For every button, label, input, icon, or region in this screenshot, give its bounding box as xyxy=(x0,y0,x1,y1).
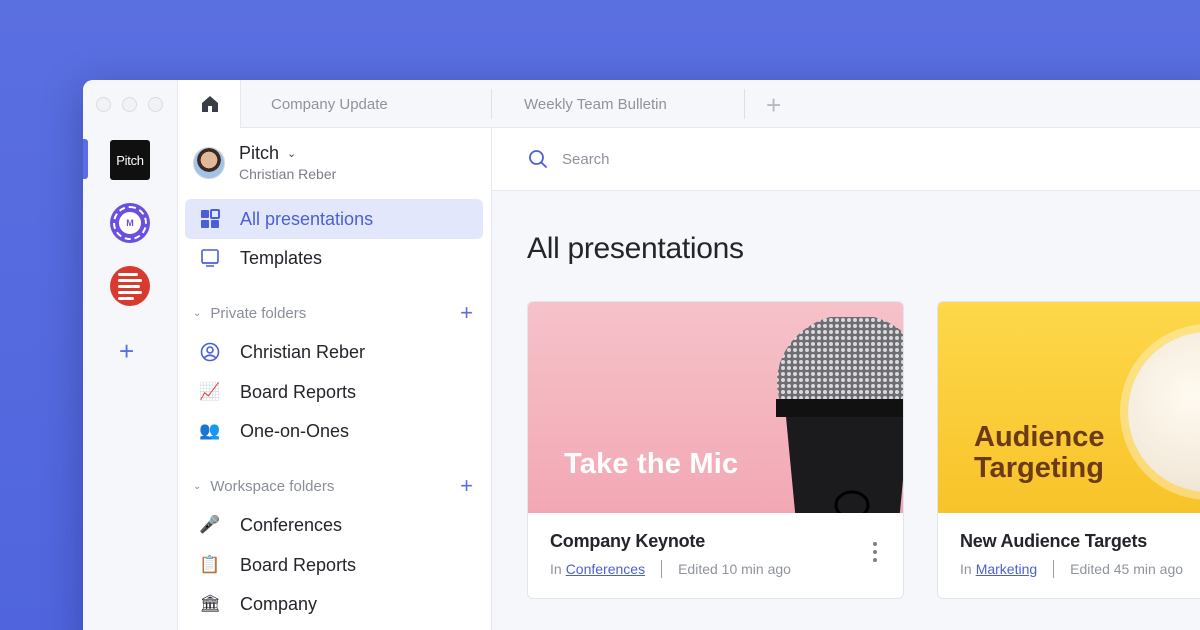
microphone-illustration xyxy=(776,317,903,513)
main-content: Company Update Weekly Team Bulletin + Se… xyxy=(271,80,1200,630)
presentation-card[interactable]: Take the Mic Company Keynote In Conferen… xyxy=(527,301,904,599)
thumbnail-title-line: Audience xyxy=(974,421,1105,453)
search-bar[interactable]: Search xyxy=(492,128,1200,191)
tab-company-update[interactable]: Company Update xyxy=(271,80,388,128)
sidebar: Pitch ⌄ Christian Reber All presentation… xyxy=(179,80,492,630)
thumbnail-title: Audience Targeting xyxy=(974,422,1105,484)
folder-item-board-reports[interactable]: 📈 Board Reports xyxy=(185,372,483,412)
nav-all-presentations[interactable]: All presentations xyxy=(185,199,483,239)
badge-logo-icon: M xyxy=(113,206,147,240)
presentation-thumbnail[interactable]: Audience Targeting xyxy=(938,302,1200,513)
grid-icon xyxy=(199,208,221,230)
tab-divider xyxy=(491,89,492,119)
plate-illustration xyxy=(1128,332,1200,492)
folder-label: Christian Reber xyxy=(240,341,366,362)
presentation-card[interactable]: Audience Targeting New Audience Targets … xyxy=(937,301,1200,599)
nav-label: Templates xyxy=(240,247,323,268)
folder-item-conferences[interactable]: 🎤 Conferences xyxy=(185,505,483,545)
nav-templates[interactable]: Templates xyxy=(185,238,483,278)
folder-label: Conferences xyxy=(240,514,343,535)
clipboard-icon: 📋 xyxy=(199,555,221,574)
nav-label: All presentations xyxy=(240,208,374,229)
section-title: Private folders xyxy=(210,304,307,322)
workspace-folders-header[interactable]: ⌄ Workspace folders + xyxy=(193,475,473,497)
private-folders-header[interactable]: ⌄ Private folders + xyxy=(193,302,473,324)
folder-label: Board Reports xyxy=(240,554,357,575)
search-icon xyxy=(529,150,547,168)
add-workspace-button[interactable]: + xyxy=(119,338,134,364)
presentation-title: New Audience Targets xyxy=(960,531,1148,551)
plus-icon: + xyxy=(119,336,135,366)
folder-label: Board Reports xyxy=(240,381,357,402)
people-icon: 👥 xyxy=(199,421,221,440)
meta-divider xyxy=(661,560,663,578)
lines-logo-icon xyxy=(118,272,142,300)
add-workspace-folder-button[interactable]: + xyxy=(460,475,473,497)
folder-item-christian-reber[interactable]: Christian Reber xyxy=(185,332,483,372)
meta-divider xyxy=(1053,560,1055,578)
new-tab-button[interactable]: + xyxy=(766,90,781,121)
bank-icon: 🏛 xyxy=(199,594,221,613)
user-circle-icon xyxy=(199,341,221,363)
avatar xyxy=(193,146,225,179)
workspace-badge[interactable]: M xyxy=(110,203,150,243)
in-label: In xyxy=(550,561,562,577)
add-private-folder-button[interactable]: + xyxy=(460,302,473,324)
folder-item-board-reports-workspace[interactable]: 📋 Board Reports xyxy=(185,545,483,585)
thumbnail-title: Take the Mic xyxy=(564,448,739,480)
workspace-rail: Pitch M + xyxy=(83,80,178,630)
chevron-down-icon: ⌄ xyxy=(193,307,202,319)
tab-weekly-team-bulletin[interactable]: Weekly Team Bulletin xyxy=(524,80,667,128)
folder-label: One-on-Ones xyxy=(240,420,350,441)
pitch-logo-icon: Pitch xyxy=(116,152,144,168)
close-window-button[interactable] xyxy=(96,97,111,112)
tab-label: Weekly Team Bulletin xyxy=(524,95,667,113)
home-tab[interactable] xyxy=(179,80,241,128)
app-window: Pitch M + Pitch ⌄ Christian Reber All pr… xyxy=(83,80,1200,630)
microphone-icon: 🎤 xyxy=(199,515,221,534)
folder-item-company[interactable]: 🏛 Company xyxy=(185,584,483,624)
folder-link[interactable]: Conferences xyxy=(566,561,645,577)
edited-time: Edited 45 min ago xyxy=(1070,561,1184,577)
home-icon xyxy=(201,96,218,112)
account-switcher[interactable]: Pitch ⌄ Christian Reber xyxy=(193,143,336,182)
template-icon xyxy=(199,247,221,269)
window-controls xyxy=(96,97,163,112)
presentation-title: Company Keynote xyxy=(550,531,706,551)
plus-icon: + xyxy=(766,90,782,120)
search-input[interactable]: Search xyxy=(562,151,610,168)
page-title: All presentations xyxy=(527,232,744,265)
active-workspace-indicator xyxy=(83,139,88,179)
thumbnail-title-line: Targeting xyxy=(974,452,1104,484)
section-title: Workspace folders xyxy=(210,477,335,495)
maximize-window-button[interactable] xyxy=(148,97,163,112)
workspace-name: Pitch xyxy=(239,143,280,163)
workspace-lines[interactable] xyxy=(110,266,150,306)
tab-label: Company Update xyxy=(271,95,388,113)
minimize-window-button[interactable] xyxy=(122,97,137,112)
presentation-thumbnail[interactable]: Take the Mic xyxy=(528,302,903,513)
chevron-down-icon: ⌄ xyxy=(287,148,297,160)
folder-item-one-on-ones[interactable]: 👥 One-on-Ones xyxy=(185,411,483,451)
tab-divider xyxy=(744,89,745,119)
presentation-meta: In Conferences Edited 10 min ago xyxy=(550,560,791,578)
presentation-meta: In Marketing Edited 45 min ago xyxy=(960,560,1183,578)
in-label: In xyxy=(960,561,972,577)
user-name: Christian Reber xyxy=(239,166,337,182)
chart-icon: 📈 xyxy=(199,382,221,401)
workspace-pitch[interactable]: Pitch xyxy=(110,140,150,180)
chevron-down-icon: ⌄ xyxy=(193,480,202,492)
folder-link[interactable]: Marketing xyxy=(976,561,1037,577)
more-options-button[interactable] xyxy=(873,542,877,562)
folder-label: Company xyxy=(240,593,318,614)
edited-time: Edited 10 min ago xyxy=(678,561,791,577)
